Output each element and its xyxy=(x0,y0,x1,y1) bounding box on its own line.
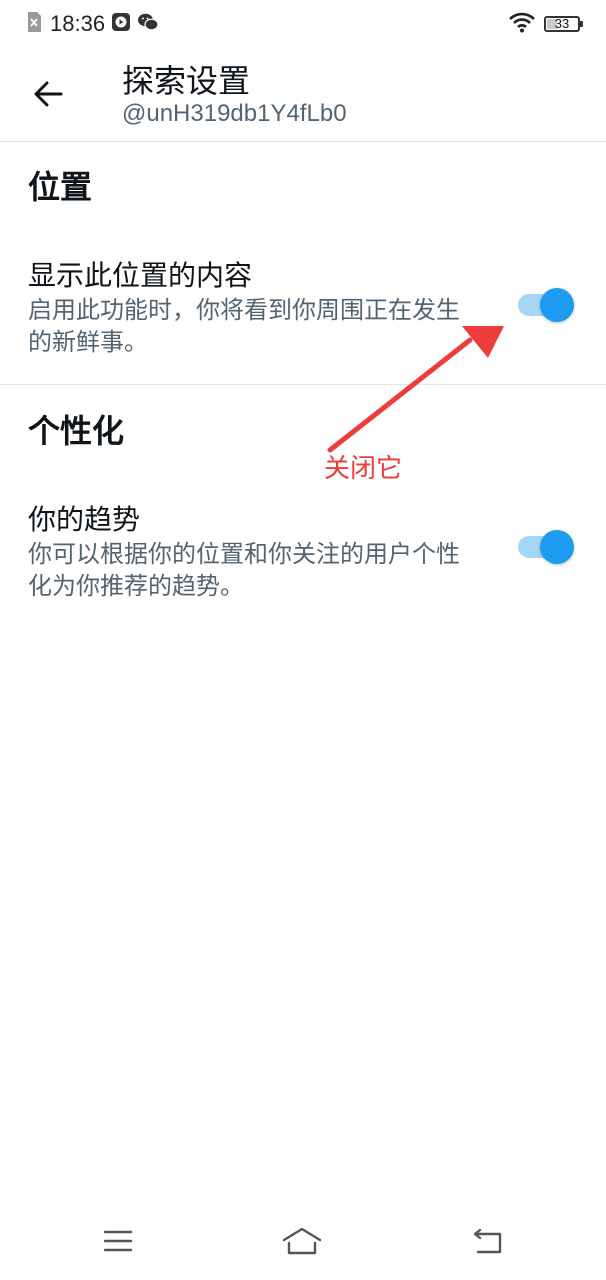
trends-toggle[interactable] xyxy=(518,530,574,564)
toggle-knob xyxy=(540,530,574,564)
section-heading-location: 位置 xyxy=(28,168,93,206)
setting-show-location-content[interactable]: 显示此位置的内容 启用此功能时，你将看到你周围正在发生的新鲜事。 xyxy=(0,254,606,364)
account-handle: @unH319db1Y4fLb0 xyxy=(122,100,347,127)
screen: 18:36 33 探索设置 @unH319db1Y4fLb0 位置 显示此位置的… xyxy=(0,0,606,1280)
annotation-label: 关闭它 xyxy=(324,454,403,484)
status-left: 18:36 xyxy=(26,10,159,38)
arrow-left-icon xyxy=(33,81,63,111)
setting-description: 你可以根据你的位置和你关注的用户个性化为你推荐的趋势。 xyxy=(28,540,460,600)
toggle-knob xyxy=(540,288,574,322)
sim-off-icon xyxy=(26,11,42,37)
wechat-icon xyxy=(137,12,159,36)
header: 探索设置 @unH319db1Y4fLb0 xyxy=(0,48,606,142)
wifi-icon xyxy=(508,11,536,37)
battery-icon: 33 xyxy=(544,16,583,32)
setting-title: 显示此位置的内容 xyxy=(28,259,253,292)
media-play-icon xyxy=(111,12,131,36)
setting-description: 启用此功能时，你将看到你周围正在发生的新鲜事。 xyxy=(28,296,460,356)
setting-title: 你的趋势 xyxy=(28,503,141,536)
status-time: 18:36 xyxy=(50,11,106,36)
page-title: 探索设置 xyxy=(122,62,251,100)
back-nav-button[interactable] xyxy=(466,1226,510,1260)
back-icon xyxy=(472,1228,504,1258)
menu-icon xyxy=(103,1229,133,1257)
battery-level: 33 xyxy=(554,16,570,31)
divider xyxy=(0,384,606,385)
home-button[interactable] xyxy=(280,1226,324,1260)
status-right: 33 xyxy=(508,11,583,37)
setting-your-trends[interactable]: 你的趋势 你可以根据你的位置和你关注的用户个性化为你推荐的趋势。 xyxy=(0,498,606,608)
location-content-toggle[interactable] xyxy=(518,288,574,322)
navigation-bar xyxy=(0,1212,606,1280)
home-icon xyxy=(281,1226,323,1260)
status-bar: 18:36 33 xyxy=(0,0,606,48)
section-heading-personalization: 个性化 xyxy=(28,412,125,450)
menu-button[interactable] xyxy=(96,1226,140,1260)
back-button[interactable] xyxy=(22,70,74,122)
